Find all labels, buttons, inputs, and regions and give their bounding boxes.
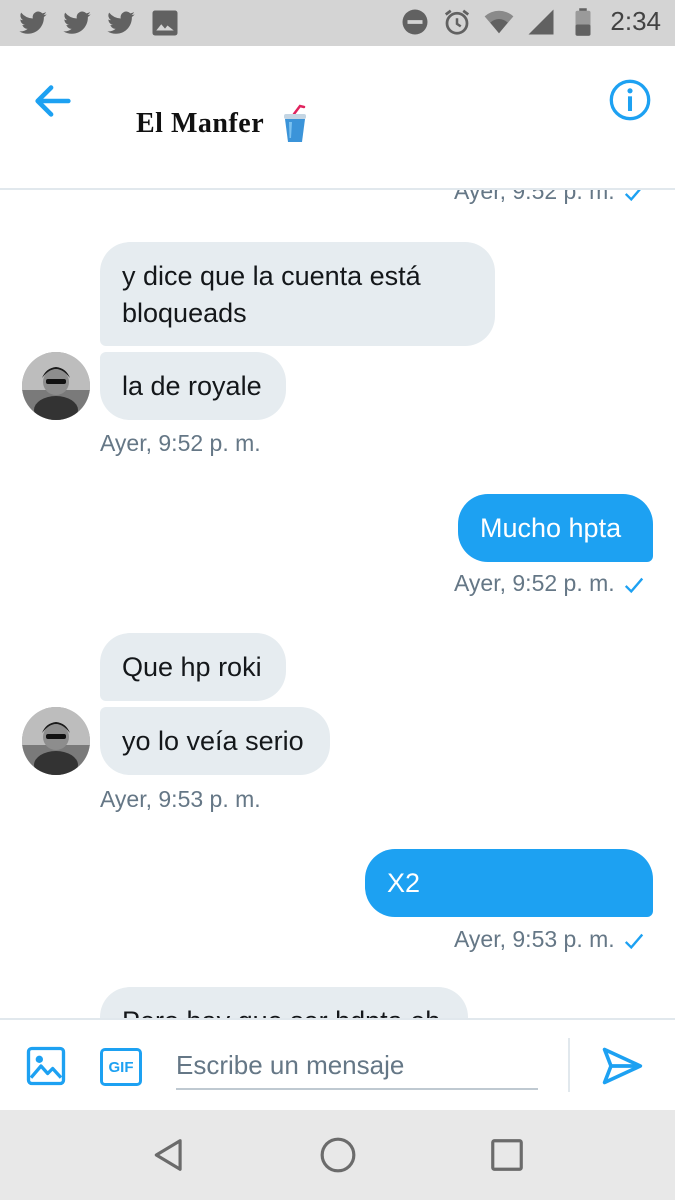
signal-icon xyxy=(528,9,554,34)
alarm-icon xyxy=(445,9,470,35)
recents-square-icon[interactable] xyxy=(488,1136,526,1174)
wifi-icon xyxy=(485,10,514,33)
home-circle-icon[interactable] xyxy=(319,1136,357,1174)
cup-with-straw-icon xyxy=(284,104,306,142)
message-text: y dice que la cuenta está bloqueads xyxy=(122,261,421,328)
image-icon xyxy=(152,10,178,36)
received-message-bubble[interactable]: y dice que la cuenta está bloqueads xyxy=(100,242,495,346)
clock: 2:34 xyxy=(610,6,661,36)
back-triangle-icon[interactable] xyxy=(150,1136,188,1174)
message-text: Mucho hpta xyxy=(480,512,622,543)
message-text: yo lo veía serio xyxy=(122,725,304,756)
avatar-image xyxy=(22,352,90,420)
received-message-bubble[interactable]: Que hp roki xyxy=(100,633,286,701)
message-timestamp: Ayer, 9:52 p. m. xyxy=(454,190,645,205)
system-nav-bar xyxy=(0,1110,675,1200)
message-text: Pero hay que ser hdpta eh xyxy=(122,1003,440,1019)
checkmark-icon xyxy=(624,933,643,950)
avatar-image xyxy=(22,707,90,775)
conversation-header: El Manfer xyxy=(0,46,675,190)
message-input[interactable] xyxy=(176,1042,538,1090)
message-list[interactable]: Ayer, 9:52 p. m. y dice que la cuenta es… xyxy=(0,190,675,1018)
avatar[interactable] xyxy=(22,707,90,775)
notification-icons xyxy=(18,8,180,38)
message-composer: GIF xyxy=(0,1018,675,1110)
message-timestamp: Ayer, 9:53 p. m. xyxy=(100,786,261,812)
status-bar: 2:34 xyxy=(0,0,675,46)
message-text: la de royale xyxy=(122,370,262,401)
system-status: 2:34 xyxy=(400,6,661,37)
received-message-bubble[interactable]: yo lo veía serio xyxy=(100,707,330,775)
sent-message-bubble[interactable]: Mucho hpta xyxy=(458,494,653,562)
image-icon[interactable] xyxy=(26,1046,66,1086)
back-arrow-icon[interactable] xyxy=(30,78,76,124)
dm-screen: 2:34 El Manfer Ayer, 9:52 p. m. y dice q… xyxy=(0,0,675,1200)
avatar[interactable] xyxy=(22,352,90,420)
divider xyxy=(568,1038,570,1092)
sent-message-bubble[interactable]: X2 xyxy=(365,849,653,917)
checkmark-icon xyxy=(624,190,641,202)
twitter-icon xyxy=(19,11,47,34)
twitter-icon xyxy=(63,11,91,34)
checkmark-icon xyxy=(624,577,643,594)
twitter-icon xyxy=(107,11,135,34)
message-text: Que hp roki xyxy=(122,651,262,682)
battery-icon xyxy=(575,7,591,36)
message-text: X2 xyxy=(387,867,421,898)
gif-button[interactable]: GIF xyxy=(100,1048,142,1086)
message-timestamp: Ayer, 9:53 p. m. xyxy=(454,926,645,953)
conversation-title[interactable]: El Manfer xyxy=(136,108,264,140)
info-icon[interactable] xyxy=(608,78,652,122)
message-timestamp: Ayer, 9:52 p. m. xyxy=(100,430,261,456)
received-message-bubble[interactable]: la de royale xyxy=(100,352,286,420)
message-timestamp: Ayer, 9:52 p. m. xyxy=(454,570,645,597)
send-icon[interactable] xyxy=(600,1044,644,1088)
do-not-disturb-icon xyxy=(402,9,428,34)
received-message-bubble[interactable]: Pero hay que ser hdpta eh xyxy=(100,987,468,1018)
